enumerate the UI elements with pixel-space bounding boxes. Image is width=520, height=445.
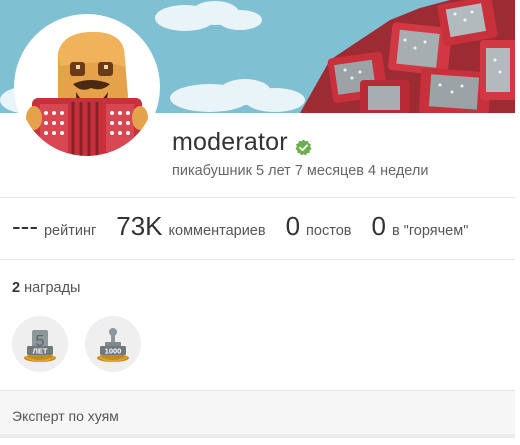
- stat-value: ---: [12, 211, 38, 241]
- bio-text: Эксперт по хуям: [12, 408, 119, 424]
- award-five-text: ЛЕТ: [33, 347, 48, 356]
- awards-count: 2: [12, 280, 21, 296]
- stat-comments[interactable]: 73K комментариев: [116, 211, 265, 242]
- avatar-image: [18, 18, 156, 156]
- stat-posts[interactable]: 0 постов: [286, 211, 352, 242]
- stat-value: 0: [285, 211, 301, 241]
- award-thousand-text: 1000: [105, 347, 122, 356]
- profile-stats: --- рейтинг 73K комментариев 0 постов 0 …: [12, 211, 488, 242]
- avatar[interactable]: [14, 14, 160, 160]
- profile-bio: Эксперт по хуям: [0, 390, 515, 438]
- thousand-award-icon: 1000: [97, 328, 129, 362]
- profile-tenure: пикабушник 5 лет 7 месяцев 4 недели: [172, 163, 429, 179]
- divider: [0, 259, 515, 260]
- verified-check-icon: [295, 134, 312, 156]
- award-thousand[interactable]: 1000: [85, 316, 141, 372]
- awards-title: 2 награды: [12, 280, 80, 296]
- bio-bottom-border: [0, 434, 515, 438]
- award-five-years[interactable]: 5 ЛЕТ: [12, 316, 68, 372]
- five-years-award-icon: 5 ЛЕТ: [24, 330, 56, 362]
- stat-label: постов: [306, 223, 352, 239]
- awards-label: награды: [24, 280, 81, 296]
- username[interactable]: moderator: [172, 128, 288, 157]
- stat-label: комментариев: [168, 223, 266, 239]
- stat-label: рейтинг: [43, 223, 97, 239]
- stat-value: 73K: [116, 211, 163, 241]
- divider: [0, 197, 515, 198]
- stat-value: 0: [371, 211, 386, 241]
- stat-hot[interactable]: 0 в "горячем": [371, 211, 468, 242]
- profile-name-row: moderator: [172, 128, 312, 157]
- stat-label: в "горячем": [391, 223, 469, 239]
- stat-rating[interactable]: --- рейтинг: [12, 211, 96, 242]
